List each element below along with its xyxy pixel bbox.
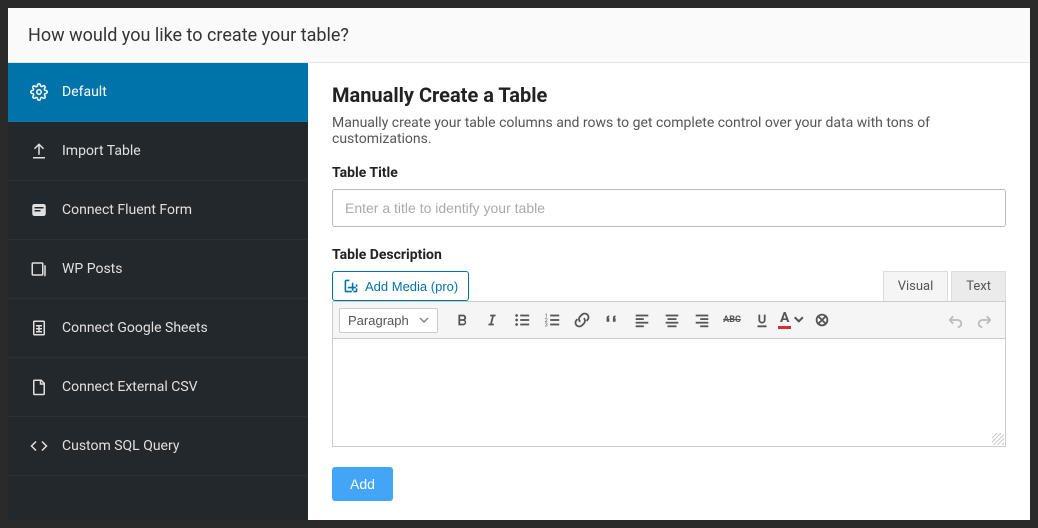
resize-handle[interactable] bbox=[992, 433, 1004, 445]
paragraph-select[interactable]: Paragraph bbox=[339, 308, 438, 333]
sidebar-item-connect-external-csv[interactable]: Connect External CSV bbox=[8, 358, 308, 417]
add-media-button[interactable]: Add Media (pro) bbox=[332, 271, 469, 301]
sidebar-item-wp-posts[interactable]: WP Posts bbox=[8, 240, 308, 299]
csv-icon bbox=[30, 378, 48, 396]
text-color-button[interactable]: A bbox=[778, 306, 806, 334]
sidebar: Default Import Table Connect Fluent Form… bbox=[8, 63, 308, 520]
chevron-down-icon bbox=[792, 311, 806, 329]
align-center-button[interactable] bbox=[658, 306, 686, 334]
add-media-label: Add Media (pro) bbox=[365, 279, 458, 294]
tab-text[interactable]: Text bbox=[951, 271, 1006, 301]
table-title-label: Table Title bbox=[332, 165, 1006, 181]
close-button[interactable] bbox=[1002, 22, 1010, 48]
sidebar-item-label: Connect Google Sheets bbox=[62, 320, 208, 336]
table-description-label: Table Description bbox=[332, 247, 1006, 263]
link-button[interactable] bbox=[568, 306, 596, 334]
editor-toolbar: Paragraph 123 ABC A bbox=[332, 301, 1006, 339]
modal-body: Default Import Table Connect Fluent Form… bbox=[8, 63, 1030, 520]
form-icon bbox=[30, 201, 48, 219]
align-left-button[interactable] bbox=[628, 306, 656, 334]
editor-tabs: Visual Text bbox=[883, 271, 1006, 301]
redo-button[interactable] bbox=[971, 306, 999, 334]
svg-text:3: 3 bbox=[545, 322, 548, 328]
sidebar-item-label: Default bbox=[62, 84, 107, 100]
posts-icon bbox=[30, 260, 48, 278]
strikethrough-button[interactable]: ABC bbox=[718, 306, 746, 334]
sidebar-item-label: Connect External CSV bbox=[62, 379, 198, 395]
description-editor[interactable] bbox=[332, 339, 1006, 447]
sidebar-item-label: Custom SQL Query bbox=[62, 438, 179, 454]
number-list-button[interactable]: 123 bbox=[538, 306, 566, 334]
add-button[interactable]: Add bbox=[332, 467, 393, 501]
modal-header: How would you like to create your table? bbox=[8, 8, 1030, 63]
bullet-list-button[interactable] bbox=[508, 306, 536, 334]
code-icon bbox=[30, 437, 48, 455]
sheets-icon bbox=[30, 319, 48, 337]
sidebar-item-label: Import Table bbox=[62, 143, 141, 159]
sidebar-item-default[interactable]: Default bbox=[8, 63, 308, 122]
media-icon bbox=[343, 278, 359, 294]
sidebar-item-label: Connect Fluent Form bbox=[62, 202, 192, 218]
tab-visual[interactable]: Visual bbox=[883, 271, 949, 301]
sidebar-item-label: WP Posts bbox=[62, 261, 122, 277]
gear-icon bbox=[30, 83, 48, 101]
sidebar-item-connect-fluent-form[interactable]: Connect Fluent Form bbox=[8, 181, 308, 240]
sidebar-item-custom-sql-query[interactable]: Custom SQL Query bbox=[8, 417, 308, 476]
sidebar-item-connect-google-sheets[interactable]: Connect Google Sheets bbox=[8, 299, 308, 358]
sidebar-item-import-table[interactable]: Import Table bbox=[8, 122, 308, 181]
underline-button[interactable] bbox=[748, 306, 776, 334]
modal-title: How would you like to create your table? bbox=[28, 25, 349, 46]
content-subtitle: Manually create your table columns and r… bbox=[332, 115, 1006, 147]
content-heading: Manually Create a Table bbox=[332, 83, 1006, 107]
quote-button[interactable] bbox=[598, 306, 626, 334]
create-table-modal: How would you like to create your table?… bbox=[8, 8, 1030, 520]
clear-formatting-button[interactable] bbox=[808, 306, 836, 334]
content-area: Manually Create a Table Manually create … bbox=[308, 63, 1030, 520]
table-title-input[interactable] bbox=[332, 189, 1006, 227]
bold-button[interactable] bbox=[448, 306, 476, 334]
upload-icon bbox=[30, 142, 48, 160]
italic-button[interactable] bbox=[478, 306, 506, 334]
undo-button[interactable] bbox=[941, 306, 969, 334]
align-right-button[interactable] bbox=[688, 306, 716, 334]
